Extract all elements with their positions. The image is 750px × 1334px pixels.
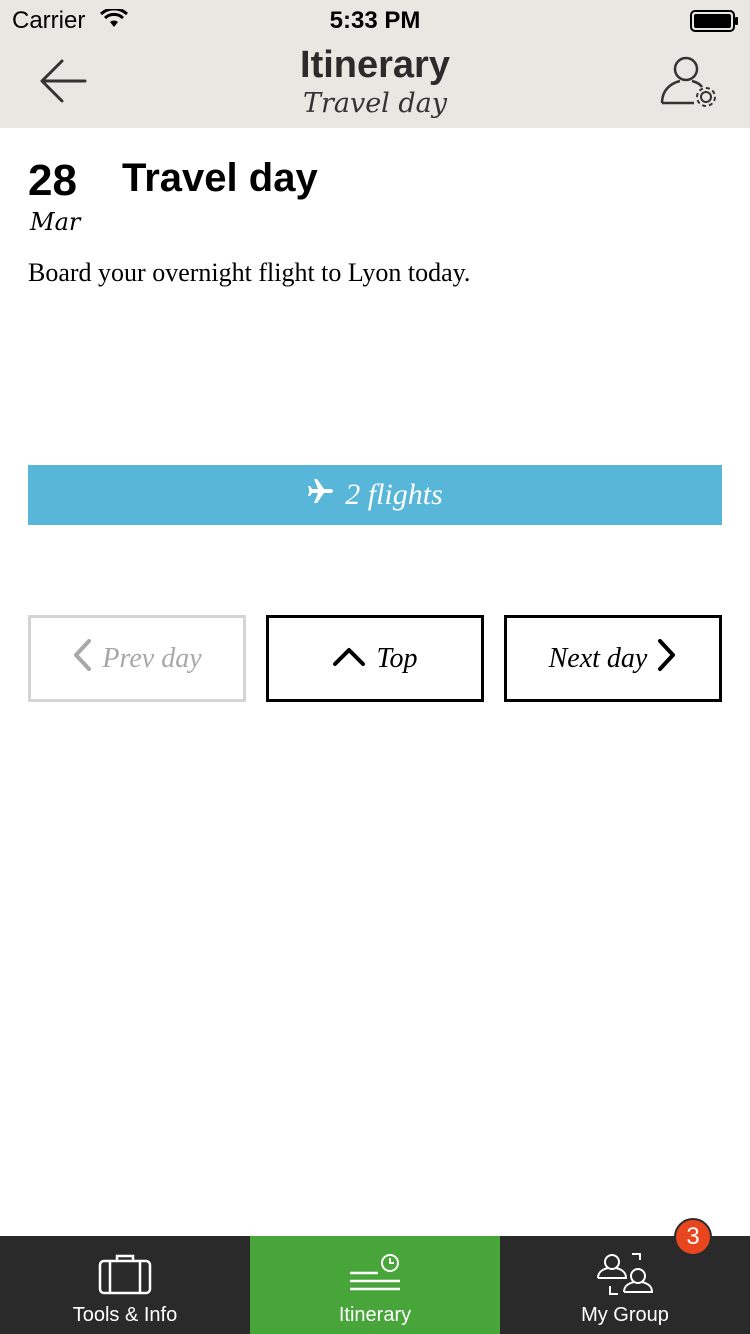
nav-bar: Itinerary Travel day xyxy=(0,40,750,128)
airplane-icon xyxy=(307,477,335,513)
top-button[interactable]: Top xyxy=(266,615,484,702)
status-bar: Carrier 5:33 PM xyxy=(0,0,750,40)
flights-label: 2 flights xyxy=(345,478,443,511)
day-title: Travel day xyxy=(122,156,318,200)
prev-day-button[interactable]: Prev day xyxy=(28,615,246,702)
chevron-up-icon xyxy=(332,643,366,675)
itinerary-clock-icon xyxy=(348,1252,402,1296)
chevron-left-icon xyxy=(72,638,92,680)
tab-label: Itinerary xyxy=(338,1304,412,1326)
user-settings-icon xyxy=(658,53,720,114)
notification-badge: 3 xyxy=(674,1218,712,1256)
flights-button[interactable]: 2 flights xyxy=(28,465,722,525)
day-number: 28 xyxy=(28,156,77,205)
next-day-label: Next day xyxy=(548,642,648,674)
tab-label: Tools & Info xyxy=(72,1304,178,1326)
tab-tools-info[interactable]: Tools & Info xyxy=(0,1236,250,1334)
group-icon xyxy=(596,1252,654,1296)
page-subtitle: Travel day xyxy=(302,88,448,119)
tab-itinerary[interactable]: Itinerary xyxy=(250,1236,500,1334)
tab-bar: Tools & Info Itinerary My Group xyxy=(0,1236,750,1334)
top-label: Top xyxy=(376,642,418,674)
battery-icon xyxy=(690,10,740,37)
page-title: Itinerary xyxy=(300,44,450,86)
day-description: Board your overnight flight to Lyon toda… xyxy=(28,258,471,287)
chevron-right-icon xyxy=(657,638,677,680)
suitcase-icon xyxy=(98,1252,152,1296)
day-month: Mar xyxy=(30,208,81,236)
tab-label: My Group xyxy=(581,1304,669,1326)
prev-day-label: Prev day xyxy=(102,642,202,674)
status-time: 5:33 PM xyxy=(329,7,421,34)
tab-my-group[interactable]: My Group xyxy=(500,1236,750,1334)
profile-settings-button[interactable] xyxy=(654,50,724,116)
next-day-button[interactable]: Next day xyxy=(504,615,722,702)
